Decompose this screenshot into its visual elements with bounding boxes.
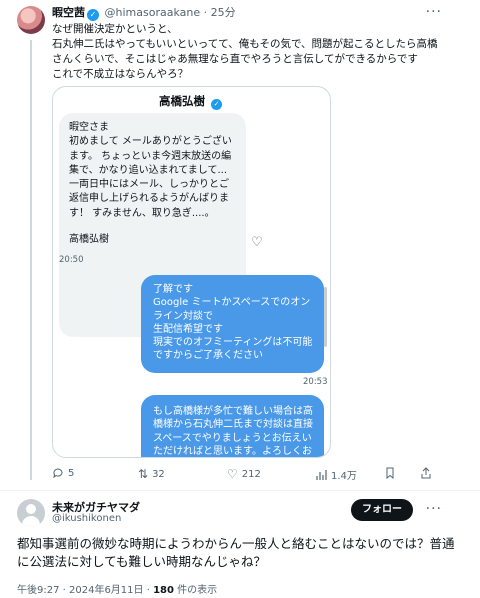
dm-line: もし高橋様が多忙で難しい場合は高 bbox=[153, 406, 313, 417]
share-button[interactable] bbox=[420, 467, 432, 479]
handle[interactable]: @himasoraakane bbox=[105, 6, 201, 19]
dm-outgoing-bubble: もし高橋様が多忙で難しい場合は高 橋様から石丸伸二氏まで対談は直接 スペースでや… bbox=[141, 395, 324, 457]
quoted-tweet: 暇空茜 ✓ @himasoraakane · 25分 ··· なぜ開催決定かという… bbox=[0, 0, 480, 490]
tweet-line: 都知事選前の微妙な時期にようわからん一般人と絡むことはないのでは？普通 bbox=[17, 536, 455, 551]
share-icon bbox=[421, 467, 431, 479]
dm-scrollbar bbox=[324, 287, 327, 347]
retweet-button[interactable]: ⇅ 32 bbox=[138, 467, 165, 481]
tweet-line: さんくらいで、そこはじゃあ無理なら直でやろうと言伝してができるからです bbox=[52, 53, 418, 65]
verified-badge-icon: ✓ bbox=[211, 99, 222, 110]
heart-icon: ♡ bbox=[227, 467, 238, 481]
views-chart-icon bbox=[316, 469, 327, 480]
tweet-timestamp[interactable]: 午後9:27 · 2024年6月11日 · bbox=[17, 585, 153, 596]
dm-line: 集で、かなり追い込まれてまして... bbox=[69, 164, 228, 176]
dm-line: ます。 ちょっといま今週末放送の編 bbox=[69, 150, 232, 162]
tweet-line: なぜ開催決定かというと、 bbox=[52, 23, 178, 35]
dm-outgoing-bubble: 了解です Google ミートかスペースでのオン ライン対談で 生配信希望です … bbox=[141, 275, 324, 373]
dm-line: 橋様から石丸伸二氏まで対談は直接 bbox=[153, 419, 313, 431]
retweet-count: 32 bbox=[152, 468, 165, 480]
dm-line: ですからご了承ください bbox=[153, 350, 263, 362]
dm-signature: 高橋弘樹 bbox=[69, 234, 109, 246]
dm-contact-name: 高橋弘樹 bbox=[158, 94, 205, 108]
display-name[interactable]: 暇空茜 bbox=[52, 6, 85, 19]
views-button[interactable]: 1.4万 bbox=[315, 467, 357, 482]
dm-line: Google ミートかスペースでのオン bbox=[153, 297, 311, 309]
thread-line bbox=[30, 40, 32, 480]
tweet-text: なぜ開催決定かというと、 石丸伸二氏はやってもいいといってて、俺もその気で、問題… bbox=[52, 22, 438, 82]
like-button[interactable]: ♡ 212 bbox=[227, 467, 261, 481]
view-count: 180 bbox=[153, 585, 174, 596]
reply-tweet: 未来がガチヤマダ @ikushikonen フォロー ··· 都知事選前の微妙な… bbox=[0, 491, 480, 598]
dm-line: 一両日中にはメール、しっかりとご bbox=[69, 179, 229, 191]
tweet-line: に公選法に対しても難しい時期なんじゃね？ bbox=[17, 554, 267, 569]
view-count: 1.4万 bbox=[331, 471, 357, 482]
tweet-meta: 午後9:27 · 2024年6月11日 · 180 件の表示 bbox=[17, 581, 217, 596]
dm-timestamp: 20:50 bbox=[59, 255, 84, 265]
dm-line: スペースでやりましょうとお伝えい bbox=[153, 432, 312, 444]
dm-line: 現実でのオフミーティングは不可能 bbox=[153, 337, 313, 349]
time-ago[interactable]: 25分 bbox=[211, 6, 236, 19]
tweet-line: これで不成立はならんやろ？ bbox=[52, 68, 189, 80]
separator: · bbox=[203, 6, 208, 19]
reply-count: 5 bbox=[68, 467, 75, 479]
verified-badge-icon: ✓ bbox=[87, 9, 99, 21]
follow-button[interactable]: フォロー bbox=[351, 499, 413, 521]
dm-line: ただければと思います。よろしくお bbox=[153, 445, 312, 457]
tweet-actions: 5 ⇅ 32 ♡ 212 1.4万 bbox=[52, 467, 432, 483]
dm-line: 暇空さま bbox=[69, 122, 109, 133]
reply-icon bbox=[53, 468, 63, 479]
dm-timestamp: 20:53 bbox=[303, 377, 328, 387]
dm-title: 高橋弘樹 ✓ bbox=[53, 93, 330, 110]
default-avatar-head bbox=[26, 504, 36, 514]
add-reaction-icon[interactable]: ♡ bbox=[251, 235, 267, 251]
more-options-icon[interactable]: ··· bbox=[426, 501, 442, 517]
bookmark-button[interactable] bbox=[384, 467, 396, 479]
dm-screenshot-image[interactable]: 高橋弘樹 ✓ 暇空さま 初めまして メールありがとうござい ます。 ちょっといま… bbox=[52, 86, 331, 458]
bookmark-icon bbox=[386, 467, 394, 479]
avatar[interactable] bbox=[17, 499, 45, 527]
default-avatar-body bbox=[22, 516, 40, 527]
tweet-header: 暇空茜 ✓ @himasoraakane · 25分 bbox=[52, 6, 236, 21]
tweet-line: 石丸伸二氏はやってもいいといってて、俺もその気で、問題が起こるとしたら高橋 bbox=[52, 38, 438, 50]
dm-line: 了解です bbox=[153, 284, 193, 295]
handle[interactable]: @ikushikonen bbox=[52, 513, 121, 524]
like-count: 212 bbox=[241, 468, 261, 480]
tweet-text: 都知事選前の微妙な時期にようわからん一般人と絡むことはないのでは？普通 に公選法… bbox=[17, 535, 457, 571]
dm-line: ライン対談で bbox=[153, 310, 213, 322]
retweet-icon: ⇅ bbox=[138, 467, 149, 481]
dm-line: す！ すみません、取り急ぎ....。 bbox=[69, 207, 215, 219]
views-label: 件の表示 bbox=[173, 585, 218, 596]
more-options-icon[interactable]: ··· bbox=[426, 4, 442, 20]
dm-line: 初めまして メールありがとうござい bbox=[69, 136, 232, 148]
reply-button[interactable]: 5 bbox=[52, 467, 74, 479]
dm-line: 返信申し上げられるようがんばりま bbox=[69, 193, 229, 205]
avatar[interactable] bbox=[17, 6, 45, 34]
dm-line: 生配信希望です bbox=[153, 323, 223, 335]
